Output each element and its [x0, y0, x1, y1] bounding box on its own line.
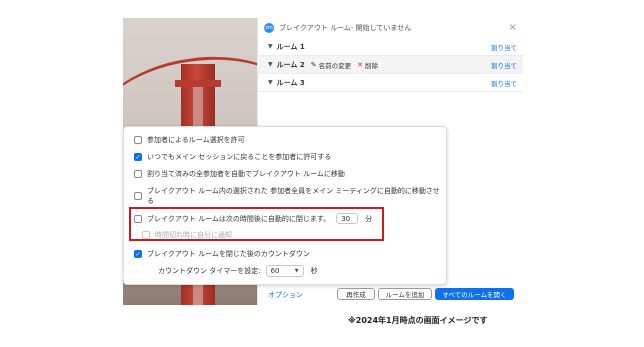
option-label: ブレイクアウト ルーム内の選択された 参加者全員をメイン ミーティングに自動的に…: [147, 187, 440, 205]
checkbox[interactable]: [134, 214, 142, 223]
minutes-unit: 分: [365, 214, 373, 223]
room-row-3[interactable]: ▼ ルーム 3 割り当て: [258, 74, 523, 92]
pencil-icon: ✎: [310, 60, 317, 69]
option-label: カウントダウン タイマーを設定:: [158, 267, 261, 275]
open-all-rooms-button[interactable]: すべてのルームを開く: [435, 288, 514, 300]
option-label: いつでもメイン セッションに戻ることを参加者に許可する: [147, 153, 332, 161]
countdown-seconds-select[interactable]: 60 ▼: [265, 265, 304, 277]
recreate-button[interactable]: 再作成: [337, 288, 375, 300]
room-name: ルーム 1: [276, 42, 305, 51]
delete-x-icon: ✕: [357, 60, 363, 69]
options-panel: 参加者によるルーム選択を許可 ✓ いつでもメイン セッションに戻ることを参加者に…: [123, 126, 447, 285]
seconds-unit: 秒: [310, 267, 318, 275]
option-notify-me[interactable]: 時間切れ時に自分に通知: [142, 230, 232, 240]
expand-caret-icon[interactable]: ▼: [268, 61, 273, 68]
window-title: ブレイクアウト ルーム- 開始していません: [279, 24, 412, 32]
chevron-down-icon: ▼: [294, 268, 299, 274]
select-value: 60: [270, 267, 280, 275]
delete-label: 削除: [364, 61, 378, 70]
rename-button[interactable]: ✎ 名前の変更: [311, 60, 351, 70]
option-countdown[interactable]: ✓ ブレイクアウト ルームを閉じた後のカウントダウン: [134, 249, 310, 259]
room-name: ルーム 3: [276, 78, 305, 87]
checkbox[interactable]: [134, 192, 142, 200]
checkbox[interactable]: [134, 136, 142, 144]
assign-link[interactable]: 割り当て: [491, 60, 517, 70]
option-label: ブレイクアウト ルームを閉じた後のカウントダウン: [147, 250, 310, 258]
option-label: 参加者によるルーム選択を許可: [147, 136, 245, 144]
delete-button[interactable]: ✕ 削除: [357, 60, 378, 70]
expand-caret-icon[interactable]: ▼: [268, 43, 273, 50]
option-auto-close[interactable]: ブレイクアウト ルームは次の時間後に自動的に閉じます。 30 分: [134, 213, 372, 224]
title-bar: zm ブレイクアウト ルーム- 開始していません ×: [258, 18, 523, 38]
zoom-app-icon: zm: [264, 23, 274, 33]
option-label: 割り当て済みの全参加者を自動でブレイクアウト ルームに移動: [147, 170, 345, 178]
add-room-button[interactable]: ルームを追加: [378, 288, 432, 300]
options-link[interactable]: オプション: [268, 290, 303, 300]
option-allow-choose[interactable]: 参加者によるルーム選択を許可: [134, 135, 245, 145]
assign-link[interactable]: 割り当て: [491, 78, 517, 88]
checkbox-checked[interactable]: ✓: [134, 250, 142, 258]
bridge-crossbeam: [175, 80, 221, 87]
checkbox[interactable]: [134, 170, 142, 178]
checkbox-checked[interactable]: ✓: [134, 153, 142, 161]
assign-link[interactable]: 割り当て: [491, 42, 517, 52]
option-countdown-timer: カウントダウン タイマーを設定: 60 ▼ 秒: [158, 265, 318, 277]
option-auto-move[interactable]: 割り当て済みの全参加者を自動でブレイクアウト ルームに移動: [134, 169, 345, 179]
option-label: ブレイクアウト ルームは次の時間後に自動的に閉じます。: [147, 214, 331, 223]
room-name: ルーム 2: [276, 60, 305, 69]
room-row-1[interactable]: ▼ ルーム 1 割り当て: [258, 38, 523, 56]
option-label: 時間切れ時に自分に通知: [155, 231, 232, 239]
option-allow-return[interactable]: ✓ いつでもメイン セッションに戻ることを参加者に許可する: [134, 152, 331, 162]
rename-label: 名前の変更: [318, 61, 352, 70]
close-icon[interactable]: ×: [509, 23, 517, 33]
checkbox-disabled[interactable]: [142, 231, 150, 239]
caption-note: ※2024年1月時点の画面イメージです: [348, 316, 488, 325]
room-row-2[interactable]: ▼ ルーム 2 ✎ 名前の変更 ✕ 削除 割り当て: [258, 56, 523, 74]
expand-caret-icon[interactable]: ▼: [268, 79, 273, 86]
auto-close-minutes-input[interactable]: 30: [336, 213, 359, 224]
option-auto-move-main[interactable]: ブレイクアウト ルーム内の選択された 参加者全員をメイン ミーティングに自動的に…: [134, 186, 446, 206]
